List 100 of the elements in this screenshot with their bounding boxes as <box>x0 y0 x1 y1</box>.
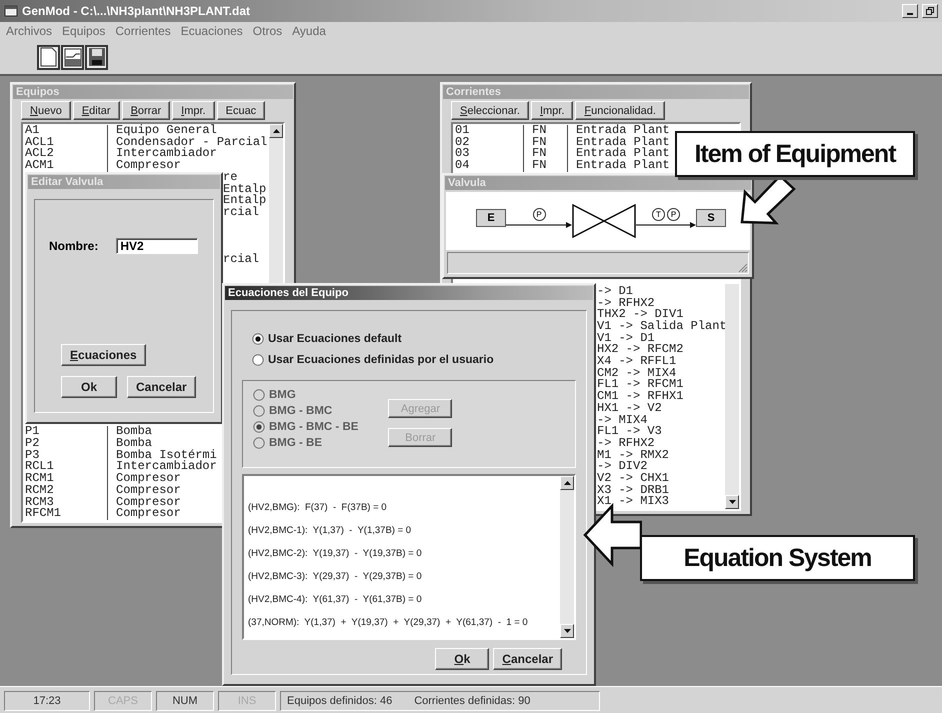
valve-symbol <box>572 204 636 238</box>
toolbar-button[interactable]: Borrar <box>122 101 170 120</box>
list-text: V2 -> CHX1 <box>597 470 670 485</box>
field-label: Nombre: <box>49 239 98 253</box>
toolbar-button[interactable]: Impr. <box>172 101 215 120</box>
list-text: HX2 -> RFCM2 <box>597 342 684 356</box>
list-text: rcial <box>223 204 260 219</box>
equation-text: (HV2,BMC-3): Y(29,37) - Y(29,37B) = 0 <box>248 571 423 582</box>
dialog-button[interactable]: Cancelar <box>493 648 562 670</box>
sensor-symbol: T <box>652 208 665 221</box>
dialog-button[interactable]: Ok <box>61 376 117 398</box>
callout-label: Equation System <box>640 535 915 581</box>
toolbar-button[interactable]: Seleccionar. <box>451 101 529 120</box>
folder-icon <box>64 47 82 67</box>
blank-page-icon <box>40 47 57 67</box>
radio-option[interactable]: Usar Ecuaciones default <box>252 333 586 345</box>
list-text: X4 -> RFFL1 <box>597 354 676 368</box>
list-text: Entalp <box>223 182 266 196</box>
flow-arrow <box>506 222 572 228</box>
window-title: Valvula <box>445 176 751 190</box>
list-text: -> RFHX2 <box>597 436 655 450</box>
window-title: Ecuaciones del Equipo <box>225 286 593 300</box>
menu-item[interactable]: Ecuaciones <box>180 24 243 38</box>
list-cell-text: 02 <box>455 136 470 148</box>
list-cell: Intercambiador <box>107 148 267 160</box>
list-cell-text: RFCM1 <box>25 508 62 520</box>
status-cell: NUM <box>156 691 214 711</box>
sensor-symbol: P <box>532 208 546 221</box>
callout-label: Item of Equipment <box>675 131 915 177</box>
list-text: re <box>223 170 238 184</box>
list-text: V1 -> Salida Plant <box>597 319 727 333</box>
list-cell: FN <box>523 148 567 160</box>
menu-item[interactable]: Equipos <box>62 24 106 38</box>
list-cell-text: P1 <box>25 426 40 438</box>
toolbar-button[interactable]: Impr. <box>530 101 574 120</box>
list-cell: Equipo General <box>107 125 267 137</box>
list-text: X1 -> MIX3 <box>597 494 670 508</box>
down-arrow-icon <box>564 629 570 633</box>
equation-text: (37,NORM): Y(1,37) + Y(19,37) + Y(29,37) + Y(61,37) - 1 = 0 <box>248 617 529 628</box>
list-cell-text: P3 <box>25 450 40 462</box>
equations-button[interactable]: Ecuaciones <box>61 344 146 366</box>
window-title: Equipos <box>13 85 293 99</box>
menu-item[interactable]: Archivos <box>6 24 52 38</box>
list-text: CM2 -> MIX4 <box>597 366 676 380</box>
list-cell-text: RCM3 <box>25 496 54 508</box>
radio-option[interactable]: Usar Ecuaciones definidas por el usuario <box>252 354 586 366</box>
list-text: rcial <box>223 252 260 266</box>
list-cell-text: A1 <box>25 125 40 137</box>
scroll-down-button[interactable] <box>725 495 739 509</box>
dialog-button[interactable]: Ok <box>435 648 490 670</box>
list-text: -> MIX4 <box>597 412 648 426</box>
minimize-button[interactable] <box>902 4 918 18</box>
list-text: FL1 -> RFCM1 <box>597 377 684 392</box>
window-title: Editar Valvula <box>28 175 220 189</box>
list-cell: Condensador - Parcial <box>107 136 268 148</box>
outlet-port[interactable]: S <box>696 209 726 227</box>
toolbar-button[interactable]: Ecuac <box>216 101 266 120</box>
list-text: -> RFHX2 <box>597 296 655 310</box>
list-cell: FN <box>523 160 567 172</box>
inlet-port[interactable]: E <box>476 209 506 227</box>
toolbar-button[interactable]: Editar <box>72 101 120 120</box>
toolbar-button[interactable]: Funcionalidad. <box>575 101 665 120</box>
list-cell: FN <box>523 136 567 148</box>
new-file-button[interactable] <box>37 44 60 70</box>
list-cell-text: RCM2 <box>25 484 55 497</box>
list-cell-text: ACL1 <box>25 136 55 148</box>
restore-button[interactable] <box>922 4 938 18</box>
list-text: M1 -> RMX2 <box>597 448 670 462</box>
sensor-symbol: P <box>667 208 680 221</box>
dialog-button[interactable]: Cancelar <box>127 376 196 398</box>
list-cell-text: RCM1 <box>25 473 55 485</box>
list-text: -> DIV2 <box>597 459 648 474</box>
list-cell-text: 04 <box>455 160 470 172</box>
list-text: HX1 -> V2 <box>597 400 662 415</box>
list-text: CM1 -> RFHX1 <box>597 389 684 404</box>
open-button[interactable] <box>61 44 84 70</box>
equation-text: (HV2,BMC-1): Y(1,37) - Y(1,37B) = 0 <box>248 525 412 536</box>
list-cell-text: P2 <box>25 438 40 450</box>
scroll-up-button[interactable] <box>560 476 574 490</box>
resize-grip-icon[interactable] <box>738 263 748 273</box>
equation-text: (HV2,BMC-4): Y(61,37) - Y(61,37B) = 0 <box>248 594 423 605</box>
list-cell-text: ACM1 <box>25 160 55 172</box>
scroll-down-button[interactable] <box>560 624 574 638</box>
list-cell-text: 03 <box>455 148 470 160</box>
toolbar-button[interactable]: Nuevo <box>21 101 71 120</box>
status-text: Equipos definidos: 46 <box>287 695 392 707</box>
equation-text: (HV2,BMC-2): Y(19,37) - Y(19,37B) = 0 <box>248 548 423 559</box>
list-text: THX2 -> DIV1 <box>597 307 684 322</box>
menu-item[interactable]: Ayuda <box>292 24 326 38</box>
list-cell: FN <box>523 125 567 137</box>
scroll-up-button[interactable] <box>269 124 283 138</box>
menu-item[interactable]: Corrientes <box>115 24 171 38</box>
restore-icon <box>926 7 934 15</box>
flow-arrow <box>636 222 696 228</box>
name-field[interactable]: HV2 <box>116 238 198 254</box>
menu-item[interactable]: Otros <box>252 24 282 38</box>
list-text: Entalp <box>223 193 266 208</box>
save-button[interactable] <box>85 44 108 70</box>
status-cell: 17:23 <box>4 691 90 711</box>
status-text: Corrientes definidas: 90 <box>414 695 530 707</box>
